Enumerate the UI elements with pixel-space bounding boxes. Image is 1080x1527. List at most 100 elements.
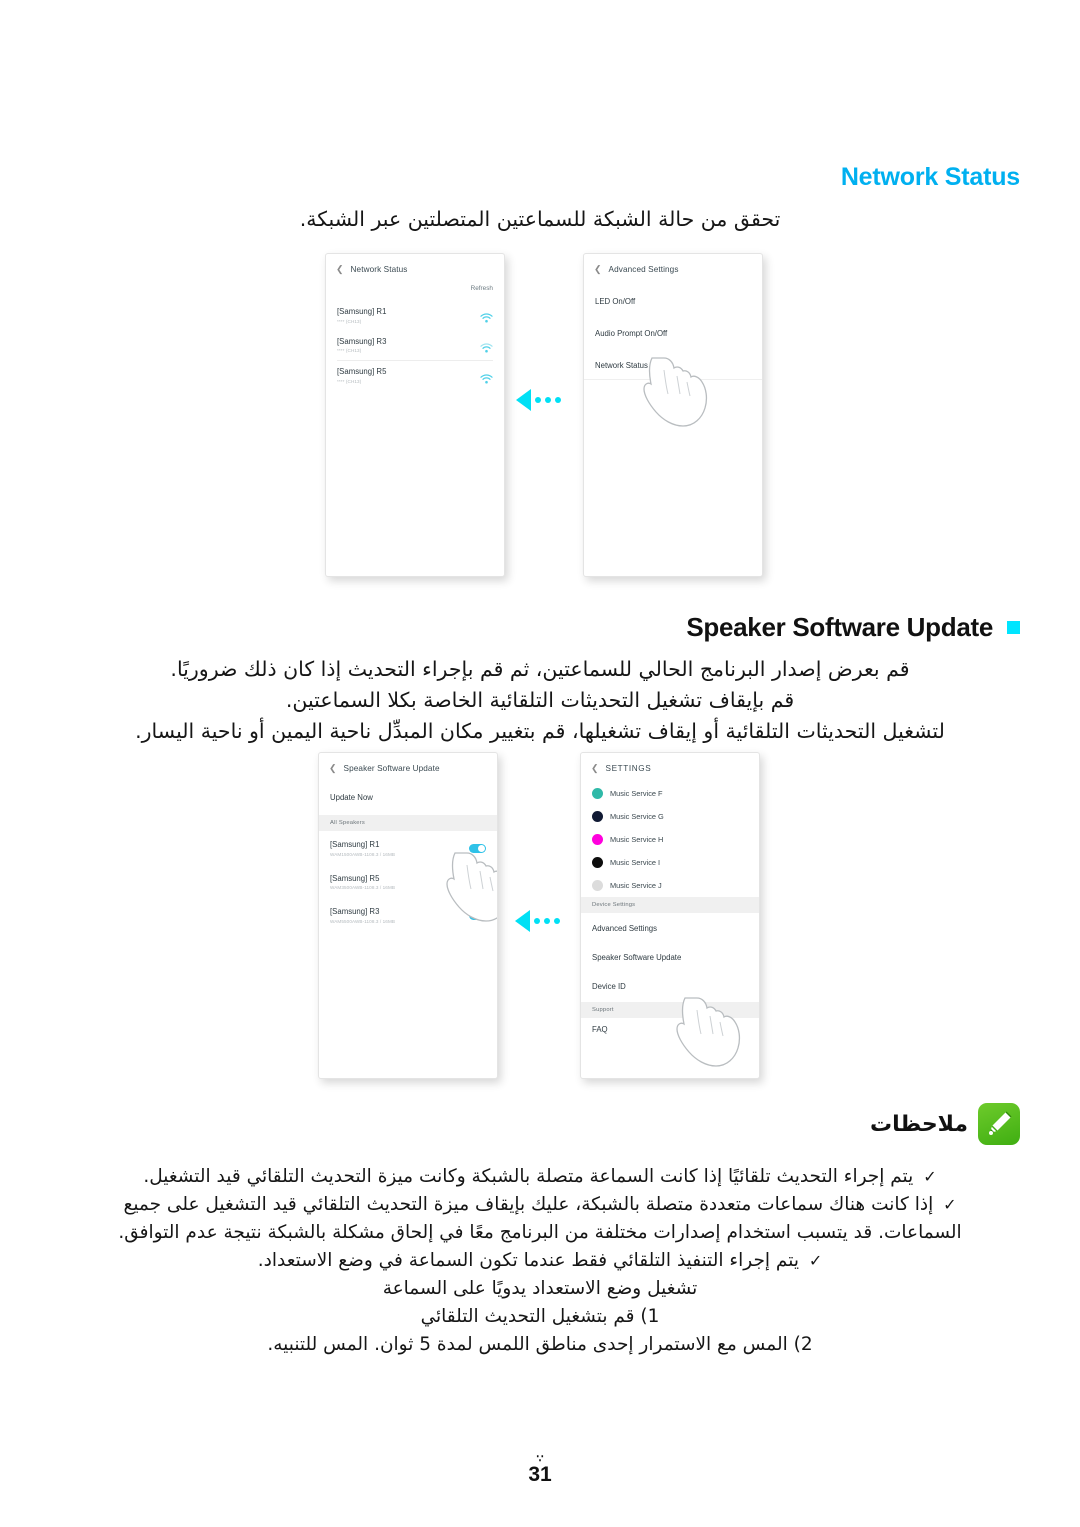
service-color-icon — [592, 811, 603, 822]
note-item: ✓ يتم إجراء التنفيذ التلقائي فقط عندما ت… — [60, 1247, 1020, 1275]
service-color-icon — [592, 788, 603, 799]
procedure-step: 2) المس مع الاستمرار إحدى مناطق اللمس لم… — [267, 1334, 813, 1355]
service-color-icon — [592, 857, 603, 868]
speaker-list-item[interactable]: [Samsung] R3 **** (CH13) — [326, 331, 504, 361]
speaker-name: [Samsung] R1 — [330, 840, 380, 849]
speaker-software-update-heading: Speaker Software Update — [60, 612, 1020, 643]
note-text: يتم إجراء التحديث تلقائيًا إذا كانت السم… — [143, 1166, 914, 1187]
notes-section: ملاحظات ✓ يتم إجراء التحديث تلقائيًا إذا… — [60, 1103, 1020, 1359]
service-label: Music Service G — [610, 812, 664, 821]
group-header-all-speakers: All Speakers — [319, 815, 497, 831]
service-label: Music Service H — [610, 835, 664, 844]
mockup-header: ❮ SETTINGS — [581, 753, 759, 782]
mockup-header: ❮ Network Status — [326, 254, 504, 283]
service-row-h[interactable]: Music Service H — [581, 828, 759, 851]
bullet-square-icon — [1007, 621, 1020, 634]
mockup-header: ❮ Advanced Settings — [584, 254, 762, 283]
auto-update-toggle[interactable] — [469, 877, 486, 887]
service-row-j[interactable]: Music Service J — [581, 874, 759, 897]
menu-item-led-on-off[interactable]: LED On/Off — [584, 283, 762, 315]
speaker-update-row[interactable]: [Samsung] R1 WAM1500AWB-1108.3 / 16MB — [319, 831, 497, 864]
speaker-software-update-title: Speaker Software Update — [686, 612, 993, 642]
arrow-triangle — [515, 910, 530, 932]
service-color-icon — [592, 834, 603, 845]
procedure-step: 1) قم بتشغيل التحديث التلقائي — [420, 1306, 660, 1327]
speaker-version: WAM3500AWB-1108.3 / 16MB — [330, 885, 396, 891]
service-label: Music Service F — [610, 789, 663, 798]
update-now-button[interactable]: Update Now — [319, 782, 497, 815]
network-status-title: Network Status — [840, 163, 1020, 191]
speaker-software-update-section: Speaker Software Update قم بعرض إصدار ال… — [60, 612, 1020, 747]
network-status-mockups: ❮ Network Status Refresh [Samsung] R1 **… — [0, 253, 1080, 577]
menu-item-device-id[interactable]: Device ID — [581, 971, 759, 1002]
arrow-dot — [544, 918, 550, 924]
arrow-dot — [555, 397, 561, 403]
arrow-triangle — [516, 389, 531, 411]
menu-item-faq[interactable]: FAQ — [581, 1018, 759, 1043]
speaker-name: [Samsung] R3 — [330, 907, 380, 917]
menu-item-speaker-software-update[interactable]: Speaker Software Update — [581, 942, 759, 971]
speaker-update-paragraph: قم بعرض إصدار البرنامج الحالي للسماعتين،… — [60, 654, 1020, 747]
wifi-icon — [480, 310, 493, 323]
arrow-dot — [535, 397, 541, 403]
chevron-left-icon[interactable]: ❮ — [336, 265, 344, 274]
page-number: 31 — [528, 1463, 552, 1486]
auto-update-toggle[interactable] — [469, 911, 486, 921]
speaker-detail: **** (CH13) — [337, 379, 362, 385]
mockup-title: SETTINGS — [605, 764, 652, 773]
paragraph-line: لتشغيل التحديثات التلقائية أو إيقاف تشغي… — [135, 719, 945, 743]
service-color-icon — [592, 880, 603, 891]
refresh-button[interactable]: Refresh — [326, 283, 504, 301]
mockup-title: Speaker Software Update — [343, 764, 440, 773]
auto-update-toggle[interactable] — [469, 843, 486, 853]
pencil-note-icon — [978, 1103, 1020, 1145]
network-status-heading: Network Status — [60, 163, 1020, 192]
menu-item-advanced-settings[interactable]: Advanced Settings — [581, 913, 759, 942]
notes-heading: ملاحظات — [60, 1103, 1020, 1145]
arrow-dot — [554, 918, 560, 924]
arrow-dot — [534, 918, 540, 924]
speaker-update-row[interactable]: [Samsung] R3 WAM5500AWB-1108.3 / 16MB — [319, 897, 497, 931]
note-item-continuation: السماعات. قد يتسبب استخدام إصدارات مختلف… — [60, 1219, 1020, 1247]
speaker-version: WAM5500AWB-1108.3 / 16MB — [330, 919, 396, 925]
mockup-title: Network Status — [350, 265, 408, 274]
mockup-header: ❮ Speaker Software Update — [319, 753, 497, 782]
procedure-title: تشغيل وضع الاستعداد يدويًا على السماعة — [382, 1278, 698, 1299]
speaker-list-item[interactable]: [Samsung] R5 **** (CH13) — [326, 361, 504, 391]
menu-item-network-status[interactable]: Network Status — [584, 347, 762, 380]
speaker-version: WAM1500AWB-1108.3 / 16MB — [330, 851, 396, 857]
service-row-g[interactable]: Music Service G — [581, 805, 759, 828]
phone-mockup-network-status: ❮ Network Status Refresh [Samsung] R1 **… — [325, 253, 505, 577]
check-icon: ✓ — [808, 1251, 823, 1270]
phone-mockup-advanced-settings: ❮ Advanced Settings LED On/Off Audio Pro… — [583, 253, 763, 577]
network-status-description: تحقق من حالة الشبكة للسماعتين المتصلتين … — [299, 207, 781, 231]
arrow-left-flow-icon — [515, 910, 560, 932]
note-text: إذا كانت هناك سماعات متعددة متصلة بالشبك… — [123, 1194, 934, 1215]
phone-mockup-software-update: ❮ Speaker Software Update Update Now All… — [318, 752, 498, 1079]
note-text: يتم إجراء التنفيذ التلقائي فقط عندما تكو… — [257, 1250, 799, 1271]
service-label: Music Service J — [610, 881, 662, 890]
paragraph-line: قم بإيقاف تشغيل التحديثات التلقائية الخا… — [285, 688, 795, 712]
service-label: Music Service I — [610, 858, 661, 867]
service-row-i[interactable]: Music Service I — [581, 851, 759, 874]
speaker-name: [Samsung] R3 — [337, 336, 387, 346]
speaker-update-row[interactable]: [Samsung] R5 WAM3500AWB-1108.3 / 16MB — [319, 864, 497, 898]
speaker-list-item[interactable]: [Samsung] R1 **** (CH13) — [326, 301, 504, 331]
speaker-detail: **** (CH13) — [337, 348, 362, 354]
wifi-icon — [480, 340, 493, 353]
check-icon: ✓ — [943, 1195, 957, 1214]
service-row-f[interactable]: Music Service F — [581, 782, 759, 805]
document-page: Network Status تحقق من حالة الشبكة للسما… — [0, 0, 1080, 1527]
chevron-left-icon[interactable]: ❮ — [329, 764, 337, 773]
chevron-left-icon[interactable]: ❮ — [594, 265, 602, 274]
group-header-support: Support — [581, 1002, 759, 1018]
wifi-icon — [480, 371, 493, 384]
arrow-dot — [545, 397, 551, 403]
menu-item-audio-prompt[interactable]: Audio Prompt On/Off — [584, 315, 762, 347]
mockup-title: Advanced Settings — [608, 265, 679, 274]
chevron-left-icon[interactable]: ❮ — [591, 764, 599, 773]
speaker-detail: **** (CH13) — [337, 318, 362, 324]
notes-list: ✓ يتم إجراء التحديث تلقائيًا إذا كانت ال… — [60, 1163, 1020, 1359]
speaker-name: [Samsung] R5 — [337, 367, 387, 377]
note-text: السماعات. قد يتسبب استخدام إصدارات مختلف… — [118, 1222, 962, 1243]
